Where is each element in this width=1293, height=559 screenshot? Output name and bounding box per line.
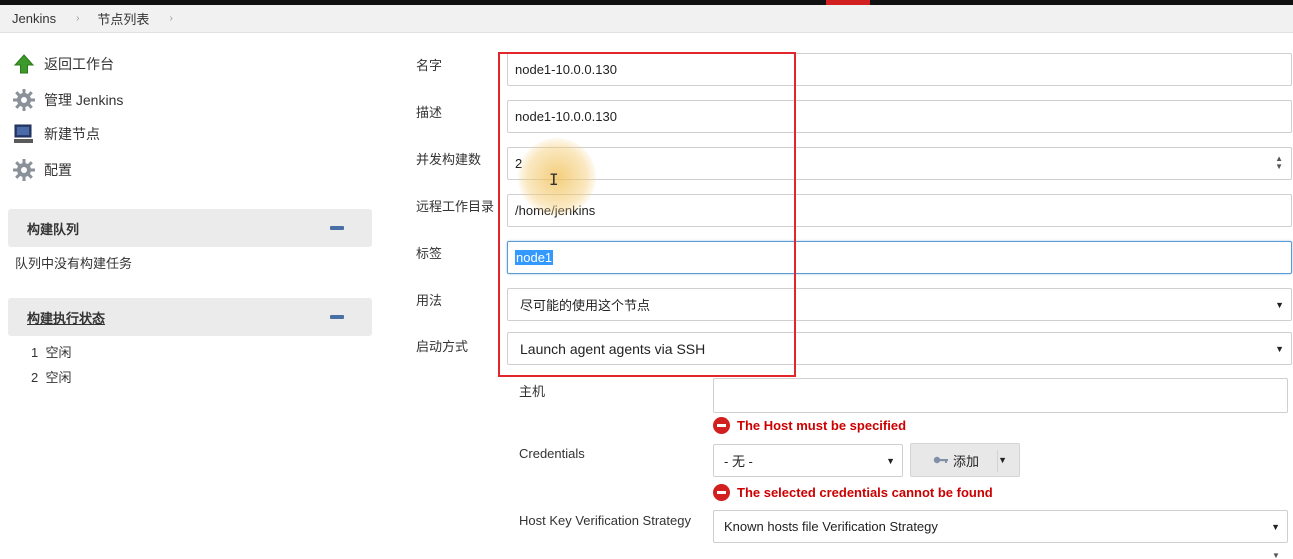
- remote-dir-input[interactable]: /home/jenkins: [507, 194, 1292, 227]
- usage-select[interactable]: 尽可能的使用这个节点 ▼: [507, 288, 1292, 321]
- host-input[interactable]: [713, 378, 1288, 413]
- task-configure[interactable]: 配置: [12, 157, 72, 183]
- dropdown-arrow-icon: ▼: [1275, 299, 1284, 310]
- executor-row: 1 空闲: [31, 342, 71, 361]
- spinner-arrows-icon[interactable]: ▲ ▼: [1275, 155, 1283, 171]
- gear-icon: [12, 88, 36, 112]
- host-error-text: The Host must be specified: [737, 418, 907, 433]
- label-usage: 用法: [416, 293, 443, 308]
- description-input[interactable]: node1-10.0.0.130: [507, 100, 1292, 133]
- credentials-value: - 无 -: [724, 454, 753, 469]
- task-label[interactable]: 管理 Jenkins: [44, 90, 123, 110]
- executors-input[interactable]: 2 ▲ ▼: [507, 147, 1292, 180]
- executor-number: 2: [31, 370, 39, 385]
- executor-status-header: 构建执行状态: [8, 298, 372, 336]
- computer-icon: [12, 122, 36, 146]
- label-remote-dir: 远程工作目录: [416, 199, 495, 214]
- label-labels: 标签: [416, 246, 443, 261]
- collapse-icon[interactable]: [330, 315, 344, 319]
- label-name: 名字: [416, 58, 443, 73]
- label-credentials: Credentials: [519, 446, 585, 461]
- host-key-strategy-select[interactable]: Known hosts file Verification Strategy ▼: [713, 510, 1288, 543]
- label-host-key-strategy: Host Key Verification Strategy: [519, 513, 691, 528]
- error-icon: [713, 484, 730, 501]
- up-arrow-icon: [12, 52, 36, 76]
- collapse-icon[interactable]: [330, 226, 344, 230]
- dropdown-arrow-icon[interactable]: ▼: [998, 455, 1007, 465]
- executor-status: 空闲: [45, 345, 72, 360]
- scroll-down-icon[interactable]: ▼: [1272, 551, 1280, 559]
- host-key-strategy-value: Known hosts file Verification Strategy: [724, 519, 938, 534]
- labels-value: node1: [515, 250, 554, 265]
- breadcrumb: Jenkins › 节点列表 ›: [0, 5, 1293, 33]
- dropdown-arrow-icon: ▼: [1275, 343, 1284, 354]
- executor-row: 2 空闲: [31, 367, 71, 386]
- label-launch-method: 启动方式: [416, 339, 469, 354]
- jenkins-node-config-page: Jenkins › 节点列表 › 返回工作台 管理 Jenkins 新建节点 配…: [0, 0, 1293, 559]
- task-manage-jenkins[interactable]: 管理 Jenkins: [12, 87, 123, 113]
- label-description: 描述: [416, 105, 443, 120]
- label-host: 主机: [519, 384, 546, 399]
- task-label[interactable]: 配置: [44, 160, 72, 180]
- breadcrumb-separator[interactable]: ›: [169, 13, 172, 24]
- button-divider: [997, 450, 998, 472]
- gear-icon: [12, 158, 36, 182]
- name-value: node1-10.0.0.130: [515, 62, 617, 77]
- host-error: The Host must be specified: [713, 417, 906, 434]
- credentials-error-text: The selected credentials cannot be found: [737, 485, 993, 500]
- key-icon: [933, 455, 949, 465]
- dropdown-arrow-icon: ▼: [886, 455, 895, 466]
- build-queue-empty-text: 队列中没有构建任务: [15, 256, 133, 271]
- error-icon: [713, 417, 730, 434]
- text-cursor-icon: I: [549, 170, 559, 189]
- add-label: 添加: [953, 453, 980, 469]
- launch-method-select[interactable]: Launch agent agents via SSH ▼: [507, 332, 1292, 365]
- name-input[interactable]: node1-10.0.0.130: [507, 53, 1292, 86]
- description-value: node1-10.0.0.130: [515, 109, 617, 124]
- build-queue-header: 构建队列: [8, 209, 372, 247]
- usage-value: 尽可能的使用这个节点: [520, 298, 651, 313]
- add-credentials-button[interactable]: 添加 ▼: [910, 443, 1020, 477]
- breadcrumb-jenkins[interactable]: Jenkins: [0, 11, 62, 26]
- breadcrumb-separator[interactable]: ›: [76, 13, 79, 24]
- launch-method-value: Launch agent agents via SSH: [520, 340, 706, 357]
- executor-status: 空闲: [45, 370, 72, 385]
- labels-input[interactable]: node1: [507, 241, 1292, 274]
- task-new-node[interactable]: 新建节点: [12, 121, 100, 147]
- dropdown-arrow-icon: ▼: [1271, 521, 1280, 532]
- task-label[interactable]: 返回工作台: [44, 54, 114, 74]
- executor-number: 1: [31, 345, 39, 360]
- credentials-select[interactable]: - 无 - ▼: [713, 444, 903, 477]
- label-executors: 并发构建数: [416, 152, 482, 167]
- breadcrumb-node-list[interactable]: 节点列表: [91, 9, 155, 28]
- executor-status-title[interactable]: 构建执行状态: [27, 308, 105, 327]
- task-label[interactable]: 新建节点: [44, 124, 100, 144]
- build-queue-title: 构建队列: [27, 221, 80, 237]
- credentials-error: The selected credentials cannot be found: [713, 484, 993, 501]
- task-back-to-dashboard[interactable]: 返回工作台: [12, 51, 114, 77]
